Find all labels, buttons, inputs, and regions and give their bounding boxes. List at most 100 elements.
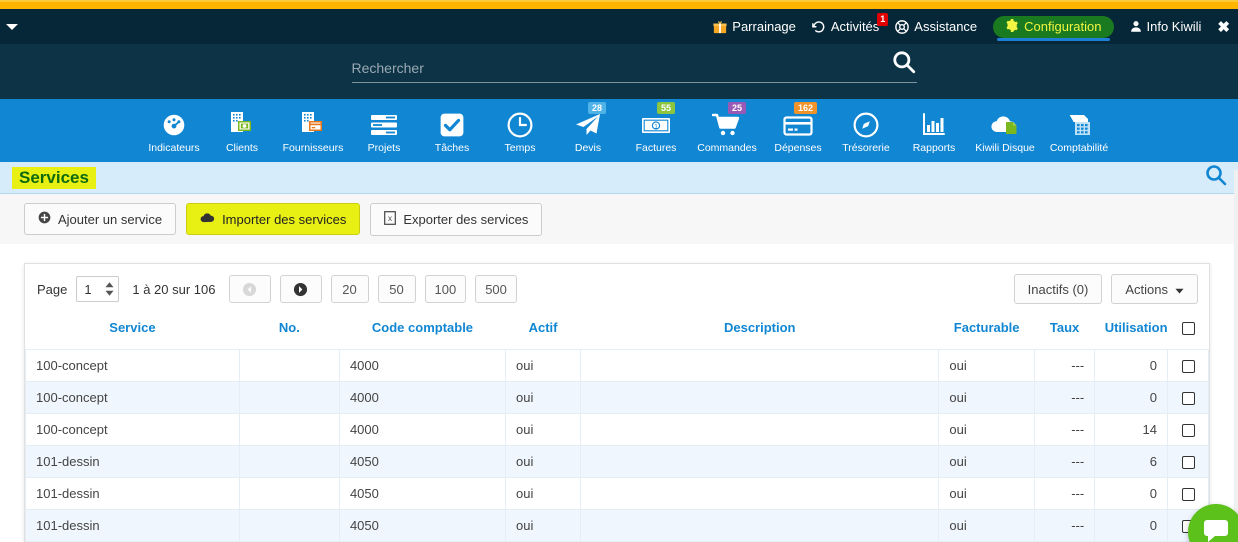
- nav-item-kiwili-disque[interactable]: Kiwili Disque: [968, 108, 1042, 154]
- page-size-100[interactable]: 100: [424, 275, 467, 303]
- nav-item-factures[interactable]: 1 55 Factures: [622, 101, 690, 154]
- close-icon[interactable]: ✖: [1217, 18, 1230, 36]
- col-header-code-comptable[interactable]: Code comptable: [339, 314, 505, 350]
- search-input[interactable]: [351, 60, 917, 76]
- cell-service: 100-concept: [25, 381, 240, 415]
- prev-page-button[interactable]: [228, 275, 271, 303]
- cell-code: 4000: [338, 349, 507, 383]
- row-checkbox[interactable]: [1181, 424, 1195, 438]
- nav-item-temps[interactable]: Temps: [486, 108, 554, 154]
- stepper-arrows-icon[interactable]: [105, 282, 114, 296]
- nav-item-comptabilite[interactable]: Comptabilité: [1042, 108, 1116, 154]
- col-header-taux[interactable]: Taux: [1034, 314, 1094, 350]
- cell-code: 4050: [338, 477, 507, 511]
- top-accent-strip: [0, 0, 1238, 9]
- topbar-item-user[interactable]: Info Kiwili: [1130, 19, 1201, 34]
- row-checkbox[interactable]: [1181, 360, 1195, 374]
- configuration-label: Configuration: [1024, 19, 1102, 34]
- topbar-item-activites[interactable]: Activités 1: [812, 13, 889, 34]
- col-header-no[interactable]: No.: [239, 314, 339, 350]
- row-checkbox[interactable]: [1181, 488, 1195, 502]
- global-search-wrapper: [351, 51, 917, 83]
- compass-icon: [853, 108, 879, 138]
- activites-badge: 1: [877, 13, 889, 26]
- page-search-icon[interactable]: [1204, 163, 1228, 192]
- topbar-item-parrainage[interactable]: Parrainage: [713, 19, 796, 34]
- nav-item-tresorerie[interactable]: Trésorerie: [832, 108, 900, 154]
- check-square-icon: [439, 108, 465, 138]
- topbar-item-assistance[interactable]: Assistance: [895, 19, 977, 34]
- panel-right-actions: Inactifs (0) Actions: [1013, 274, 1198, 304]
- page-size-50[interactable]: 50: [377, 275, 416, 303]
- actions-dropdown-button[interactable]: Actions: [1111, 274, 1198, 304]
- cell-actif: oui: [504, 413, 582, 447]
- cell-check[interactable]: [1167, 413, 1209, 447]
- table-row[interactable]: 101-dessin 4050 oui oui --- 0: [25, 477, 1209, 511]
- credit-card-icon: 162: [783, 101, 817, 138]
- row-checkbox[interactable]: [1181, 392, 1195, 406]
- page-scrollbar[interactable]: [1234, 170, 1238, 542]
- cell-no: [238, 349, 340, 383]
- col-header-utilisation[interactable]: Utilisation: [1095, 314, 1168, 350]
- page-number-stepper[interactable]: [76, 276, 120, 302]
- nav-item-devis[interactable]: 28 Devis: [554, 101, 622, 154]
- cell-check[interactable]: [1167, 349, 1209, 383]
- page-size-500[interactable]: 500: [475, 275, 517, 303]
- cell-service: 101-dessin: [25, 445, 240, 479]
- cell-code: 4050: [338, 445, 507, 479]
- nav-item-label: Rapports: [912, 141, 956, 154]
- cell-actif: oui: [504, 477, 582, 511]
- nav-item-projets[interactable]: Projets: [350, 108, 418, 154]
- col-header-facturable[interactable]: Facturable: [939, 314, 1035, 350]
- building-card-icon: [298, 108, 328, 138]
- cell-check[interactable]: [1167, 381, 1209, 415]
- nav-item-commandes[interactable]: 25 Commandes: [690, 101, 764, 154]
- page-number-input[interactable]: [84, 281, 100, 297]
- nav-item-rapports[interactable]: Rapports: [900, 108, 968, 154]
- import-services-button[interactable]: Importer des services: [186, 203, 361, 235]
- inactifs-button[interactable]: Inactifs (0): [1013, 274, 1103, 304]
- nav-item-fournisseurs[interactable]: Fournisseurs: [276, 108, 350, 154]
- cell-description: [580, 413, 940, 447]
- cell-check[interactable]: [1167, 477, 1209, 511]
- page-size-20[interactable]: 20: [330, 275, 369, 303]
- table-row[interactable]: 100-concept 4000 oui oui --- 0: [25, 349, 1209, 383]
- nav-item-depenses[interactable]: 162 Dépenses: [764, 101, 832, 154]
- nav-item-indicateurs[interactable]: Indicateurs: [140, 108, 208, 154]
- search-icon[interactable]: [891, 49, 917, 80]
- table-header-row: Service No. Code comptable Actif Descrip…: [26, 314, 1209, 350]
- col-header-select-all[interactable]: [1168, 314, 1209, 350]
- cloud-upload-icon: [200, 211, 215, 227]
- cart-icon: 25: [712, 101, 746, 138]
- col-header-service[interactable]: Service: [26, 314, 240, 350]
- cell-facturable: oui: [938, 509, 1035, 542]
- row-checkbox[interactable]: [1181, 456, 1195, 470]
- history-icon: [812, 20, 826, 34]
- next-page-button[interactable]: [279, 275, 322, 303]
- select-all-checkbox[interactable]: [1181, 322, 1195, 336]
- page-label: Page: [37, 281, 68, 297]
- chevron-down-icon[interactable]: [6, 23, 18, 30]
- nav-item-taches[interactable]: Tâches: [418, 108, 486, 154]
- gauge-icon: [161, 108, 187, 138]
- configuration-button[interactable]: Configuration: [993, 15, 1114, 41]
- top-utility-bar: Parrainage Activités 1 Assistance Config…: [0, 9, 1238, 44]
- cell-facturable: oui: [938, 445, 1035, 479]
- table-row[interactable]: 101-dessin 4050 oui oui --- 6: [25, 445, 1209, 479]
- add-service-button[interactable]: Ajouter un service: [24, 203, 177, 235]
- nav-item-clients[interactable]: Clients: [208, 108, 276, 154]
- cell-description: [580, 349, 940, 383]
- export-services-button[interactable]: x Exporter des services: [370, 202, 543, 236]
- col-header-actif[interactable]: Actif: [506, 314, 581, 350]
- toolbar: Ajouter un service Importer des services…: [0, 194, 1238, 244]
- table-row[interactable]: 101-dessin 4050 oui oui --- 0: [25, 509, 1209, 542]
- pagination-range: 1 à 20 sur 106: [132, 281, 216, 297]
- table-row[interactable]: 100-concept 4000 oui oui --- 0: [25, 381, 1209, 415]
- user-icon: [1130, 20, 1142, 33]
- table-row[interactable]: 100-concept 4000 oui oui --- 14: [25, 413, 1209, 447]
- cell-facturable: oui: [938, 381, 1035, 415]
- chat-bubble-icon: [1201, 515, 1231, 542]
- table-header: Service No. Code comptable Actif Descrip…: [26, 314, 1209, 350]
- col-header-description[interactable]: Description: [581, 314, 939, 350]
- cell-check[interactable]: [1167, 445, 1209, 479]
